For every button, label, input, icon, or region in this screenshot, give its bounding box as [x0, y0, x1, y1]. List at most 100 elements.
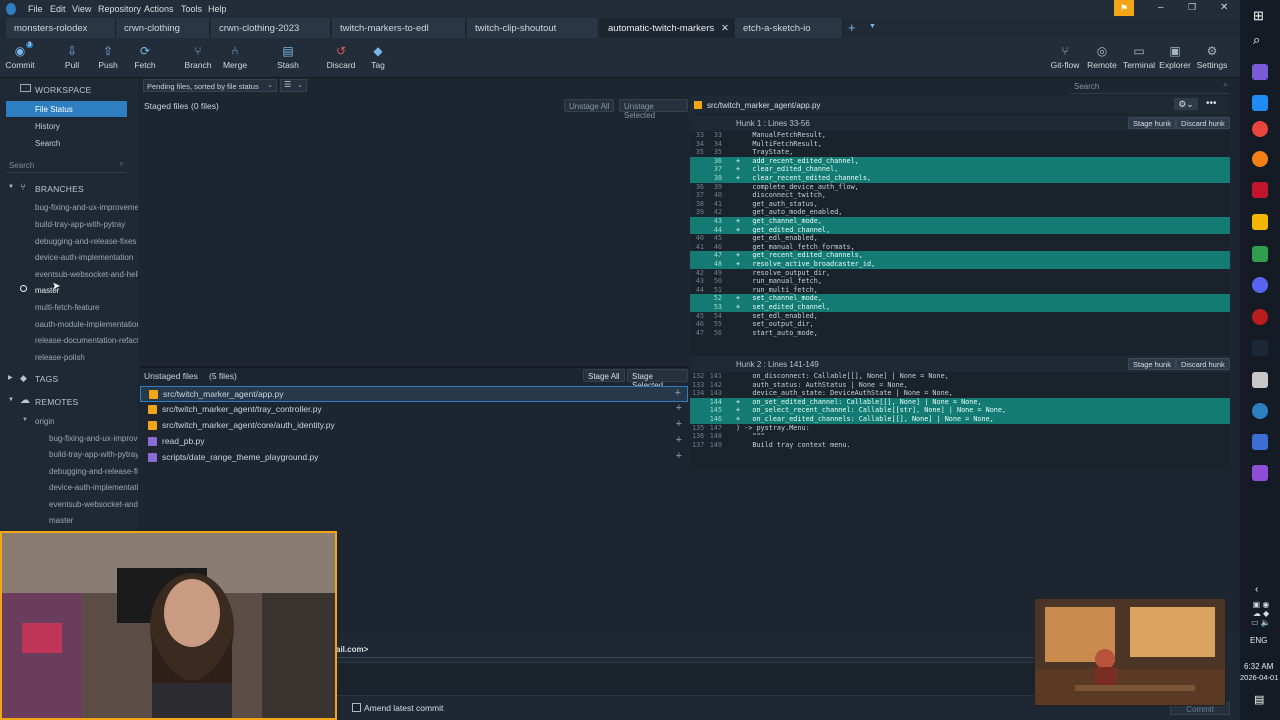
diff-line-context[interactable]: 35 35 TrayState, [690, 148, 1230, 157]
diff-line-context[interactable]: 43 50 run_manual_fetch, [690, 277, 1230, 286]
tab-twitch-markers-to-edl[interactable]: twitch-markers-to-edl [332, 18, 466, 38]
file-row[interactable]: src/twitch_marker_agent/app.py + [140, 386, 688, 402]
discard-hunk-button[interactable]: Discard hunk [1176, 117, 1230, 129]
sidebar-item-file-status[interactable]: File Status [6, 101, 127, 117]
diff-line-context[interactable]: 38 41 get_auth_status, [690, 200, 1230, 209]
obs-icon[interactable] [1252, 309, 1268, 325]
branch-item[interactable]: build-tray-app-with-pytray [0, 216, 138, 232]
tab-twitch-clip-shoutout[interactable]: twitch-clip-shoutout [467, 18, 599, 38]
diff-line-added[interactable]: 36 + add_recent_edited_channel, [690, 156, 1230, 166]
diff-line-added[interactable]: 52 + set_channel_mode, [690, 294, 1230, 303]
menu-tools[interactable]: Tools [181, 4, 202, 14]
stage-selected-button[interactable]: Stage Selected [627, 369, 688, 390]
search-icon[interactable]: ⌕ [1253, 32, 1260, 48]
diff-line-context[interactable]: 45 54 set_edl_enabled, [690, 312, 1230, 321]
discard-hunk-button[interactable]: Discard hunk [1176, 358, 1230, 370]
app-icon[interactable] [1252, 246, 1268, 262]
file-row[interactable]: read_pb.py + [140, 434, 688, 450]
diff-line-context[interactable]: 44 51 run_multi_fetch, [690, 286, 1230, 295]
fetch-button[interactable]: ⟳ Fetch [125, 40, 165, 70]
diff-line-added[interactable]: 48 + resolve_active_broadcaster_id, [690, 260, 1230, 269]
tab-monsters-rolodex[interactable]: monsters-rolodex [6, 18, 116, 38]
diff-line-context[interactable]: 33 33 ManualFetchResult, [690, 131, 1230, 140]
tab-automatic-twitch-markers[interactable]: automatic-twitch-markers ✕ [600, 18, 734, 38]
stage-file-icon[interactable]: + [675, 387, 681, 399]
remote-origin[interactable]: ▼ origin [0, 413, 138, 429]
diff-line-context[interactable]: 135 147) -> pystray.Menu: [690, 424, 1230, 433]
menu-view[interactable]: View [72, 4, 91, 14]
diff-line-context[interactable]: 37 40 disconnect_twitch, [690, 191, 1230, 200]
diff-line-context[interactable]: 134 143 device_auth_state: DeviceAuthStat… [690, 389, 1230, 398]
diff-line-added[interactable]: 37 + clear_edited_channel, [690, 165, 1230, 174]
windows-start-icon[interactable]: ⊞ [1253, 8, 1264, 24]
menu-help[interactable]: Help [208, 4, 227, 14]
notifications-icon[interactable]: ▤ [1254, 693, 1264, 706]
tags-header[interactable]: ▶ ◆ TAGS [0, 371, 138, 387]
stage-hunk-button[interactable]: Stage hunk [1128, 358, 1176, 370]
stage-all-button[interactable]: Stage All [583, 369, 625, 382]
stage-hunk-button[interactable]: Stage hunk [1128, 117, 1176, 129]
menu-file[interactable]: File [28, 4, 43, 14]
view-mode-select[interactable]: ☰ ⌄ [280, 79, 307, 92]
stage-file-icon[interactable]: + [676, 402, 682, 414]
tab-crwn-clothing-2023[interactable]: crwn-clothing-2023 [211, 18, 331, 38]
tab-list-chevron-icon[interactable]: ▼ [869, 23, 876, 30]
diff-line-added[interactable]: 44 + get_edited_channel, [690, 225, 1230, 235]
notification-flag-icon[interactable]: ⚑ [1114, 0, 1134, 16]
diff-line-added[interactable]: 47 + get_recent_edited_channels, [690, 251, 1230, 260]
chevron-left-icon[interactable]: ‹ [1255, 584, 1258, 595]
tray-icons[interactable]: ▣ ◉ ☁ ◆ ▭ 🔈 [1246, 600, 1276, 627]
diff-line-context[interactable]: 36 39 complete_device_auth_flow, [690, 183, 1230, 192]
diff-line-context[interactable]: 133 142 auth_status: AuthStatus | None = … [690, 381, 1230, 390]
remote-branch-item[interactable]: master [0, 512, 138, 528]
branches-header[interactable]: ▼ ⑂ BRANCHES [0, 181, 138, 197]
menu-edit[interactable]: Edit [50, 4, 66, 14]
diff-line-context[interactable]: 40 45 get_edl_enabled, [690, 234, 1230, 243]
new-tab-icon[interactable]: + [848, 20, 856, 35]
diff-line-context[interactable]: 136 148 """ [690, 432, 1230, 441]
remotes-header[interactable]: ▼ ☁ REMOTES [0, 394, 138, 410]
app-icon[interactable] [1252, 372, 1268, 388]
clock-time[interactable]: 6:32 AM [1244, 662, 1273, 671]
close-tab-icon[interactable]: ✕ [721, 23, 729, 34]
discord-icon[interactable] [1252, 277, 1268, 293]
sort-select[interactable]: Pending files, sorted by file status ⌄ [143, 79, 277, 92]
push-button[interactable]: ⇧ Push [88, 40, 128, 70]
branch-item[interactable]: bug-fixing-and-ux-improvements [0, 199, 138, 215]
chrome-icon[interactable] [1252, 121, 1268, 137]
diff-line-context[interactable]: 41 46 get_manual_fetch_formats, [690, 243, 1230, 252]
tag-button[interactable]: ◆ Tag [358, 40, 398, 70]
sourcetree-icon[interactable] [1252, 403, 1268, 419]
tab-etch-a-sketch-io[interactable]: etch-a-sketch-io [735, 18, 843, 38]
file-row[interactable]: scripts/date_range_theme_playground.py + [140, 450, 688, 466]
diff-line-added[interactable]: 146 + on_clear_edited_channels: Callable[… [690, 415, 1230, 424]
diff-line-context[interactable]: 42 49 resolve_output_dir, [690, 269, 1230, 278]
stage-file-icon[interactable]: + [676, 434, 682, 446]
branch-button[interactable]: ⑂ Branch [178, 40, 218, 70]
remote-branch-item[interactable]: build-tray-app-with-pytray [0, 446, 138, 462]
diff-line-added[interactable]: 43 + get_channel_mode, [690, 217, 1230, 226]
file-row[interactable]: src/twitch_marker_agent/core/auth_identi… [140, 418, 688, 434]
merge-button[interactable]: ⑃ Merge [215, 40, 255, 70]
commit-button[interactable]: ◉ 3 Commit [0, 40, 40, 70]
menu-actions[interactable]: Actions [144, 4, 174, 14]
diff-line-added[interactable]: 38 + clear_recent_edited_channels, [690, 174, 1230, 183]
diff-line-added[interactable]: 145 + on_select_recent_channel: Callable[… [690, 406, 1230, 415]
diff-line-context[interactable]: 46 55 set_output_dir, [690, 320, 1230, 329]
stash-button[interactable]: ▤ Stash [268, 40, 308, 70]
more-options-icon[interactable]: ••• [1206, 98, 1217, 109]
branch-item[interactable]: release-documentation-refactor [0, 332, 138, 348]
clock-date[interactable]: 2026-04-01 [1240, 673, 1278, 682]
app-icon[interactable] [1252, 434, 1268, 450]
app-icon[interactable] [1252, 95, 1268, 111]
app-icon[interactable] [1252, 465, 1268, 481]
diff-line-context[interactable]: 137 149 Build tray context menu. [690, 441, 1230, 450]
diff-line-context[interactable]: 39 42 get_auto_mode_enabled, [690, 208, 1230, 217]
file-row[interactable]: src/twitch_marker_agent/tray_controller.… [140, 402, 688, 418]
remote-branch-item[interactable]: bug-fixing-and-ux-improvements [0, 430, 138, 446]
amend-checkbox[interactable] [352, 703, 361, 712]
terminal-button[interactable]: ▭ Terminal [1119, 40, 1159, 70]
app-icon[interactable] [1252, 182, 1268, 198]
gitflow-button[interactable]: ⑂ Git-flow [1045, 40, 1085, 70]
diff-line-context[interactable]: 132 141 on_disconnect: Callable[[], None]… [690, 372, 1230, 381]
